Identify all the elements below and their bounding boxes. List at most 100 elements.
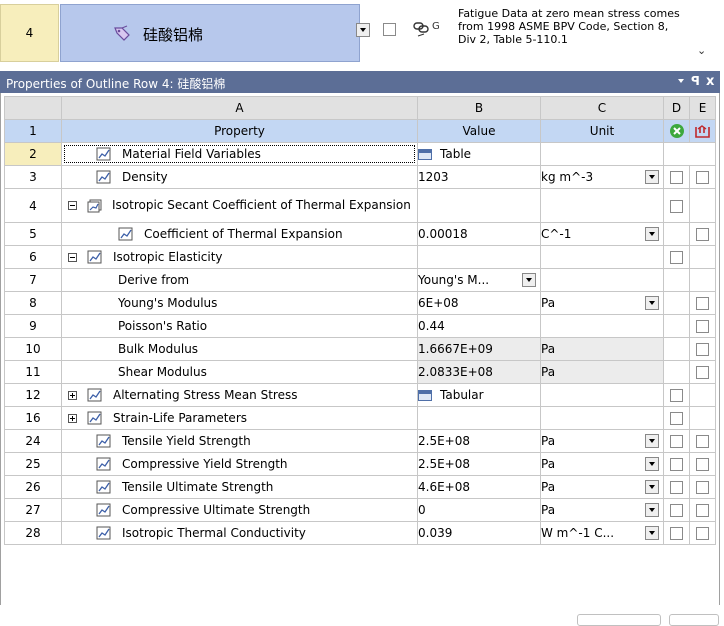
- e-cell[interactable]: [689, 429, 716, 453]
- property-cell[interactable]: Material Field Variables: [61, 142, 418, 166]
- unit-dropdown[interactable]: [645, 434, 659, 448]
- table-row[interactable]: 28 Isotropic Thermal Conductivity 0.039 …: [4, 521, 716, 545]
- unit-cell[interactable]: Pa: [540, 291, 664, 315]
- table-row[interactable]: 24 Tensile Yield Strength 2.5E+08 Pa: [4, 429, 716, 453]
- parameter-checkbox[interactable]: [696, 504, 709, 517]
- suppress-checkbox[interactable]: [670, 412, 683, 425]
- unit-cell[interactable]: Pa: [540, 429, 664, 453]
- parameter-checkbox[interactable]: [696, 458, 709, 471]
- unit-dropdown[interactable]: [645, 296, 659, 310]
- outline-row-4[interactable]: 4 硅酸铝棉 G Fatigue Data at zero mean stres…: [0, 0, 724, 66]
- derive-from-dropdown[interactable]: [522, 273, 536, 287]
- d-cell[interactable]: [663, 383, 690, 407]
- property-cell[interactable]: Density: [61, 165, 418, 189]
- property-cell[interactable]: Young's Modulus: [61, 291, 418, 315]
- e-cell[interactable]: [689, 452, 716, 476]
- property-cell[interactable]: Alternating Stress Mean Stress: [61, 383, 418, 407]
- parameter-checkbox[interactable]: [670, 171, 683, 184]
- expand-toggle[interactable]: [68, 413, 77, 423]
- table-row[interactable]: 25 Compressive Yield Strength 2.5E+08 Pa: [4, 452, 716, 476]
- bottom-button-partial[interactable]: [577, 614, 661, 626]
- value-cell[interactable]: 2.5E+08: [417, 429, 541, 453]
- parameter-checkbox[interactable]: [696, 366, 709, 379]
- parameter-checkbox[interactable]: [696, 171, 709, 184]
- suppress-checkbox[interactable]: [670, 481, 683, 494]
- unit-dropdown[interactable]: [645, 526, 659, 540]
- property-cell[interactable]: Bulk Modulus: [61, 337, 418, 361]
- d-cell[interactable]: [663, 475, 690, 499]
- column-header-c[interactable]: C: [540, 96, 664, 120]
- e-cell[interactable]: [689, 165, 716, 189]
- e-cell[interactable]: [689, 521, 716, 545]
- property-cell[interactable]: Isotropic Thermal Conductivity: [61, 521, 418, 545]
- value-cell[interactable]: 4.6E+08: [417, 475, 541, 499]
- link-icon[interactable]: [412, 20, 430, 38]
- panel-pin-icon[interactable]: ꟼ: [691, 74, 700, 88]
- property-cell[interactable]: Strain-Life Parameters: [61, 406, 418, 430]
- collapse-toggle[interactable]: [68, 252, 77, 262]
- d-cell[interactable]: [663, 188, 690, 223]
- table-row[interactable]: 6 Isotropic Elasticity: [4, 245, 716, 269]
- table-row[interactable]: 9 Poisson's Ratio 0.44: [4, 314, 716, 338]
- unit-cell[interactable]: C^-1: [540, 222, 664, 246]
- scroll-down-arrow-icon[interactable]: ⌄: [697, 44, 706, 57]
- value-cell[interactable]: 6E+08: [417, 291, 541, 315]
- unit-dropdown[interactable]: [645, 457, 659, 471]
- e-cell[interactable]: [689, 475, 716, 499]
- unit-cell[interactable]: Pa: [540, 475, 664, 499]
- e-cell[interactable]: [689, 314, 716, 338]
- expand-toggle[interactable]: [68, 390, 77, 400]
- suppress-checkbox[interactable]: [670, 504, 683, 517]
- value-cell[interactable]: 0: [417, 498, 541, 522]
- panel-close-icon[interactable]: x: [706, 74, 714, 89]
- d-cell[interactable]: [663, 452, 690, 476]
- property-cell[interactable]: Derive from: [61, 268, 418, 292]
- property-cell[interactable]: Coefficient of Thermal Expansion: [61, 222, 418, 246]
- table-row[interactable]: 3 Density 1203 kg m^-3: [4, 165, 716, 189]
- unit-dropdown[interactable]: [645, 170, 659, 184]
- parameter-checkbox[interactable]: [696, 297, 709, 310]
- property-cell[interactable]: Compressive Yield Strength: [61, 452, 418, 476]
- parameter-checkbox[interactable]: [696, 481, 709, 494]
- property-cell[interactable]: Compressive Ultimate Strength: [61, 498, 418, 522]
- table-row[interactable]: 5 Coefficient of Thermal Expansion 0.000…: [4, 222, 716, 246]
- column-header-b[interactable]: B: [417, 96, 541, 120]
- unit-cell[interactable]: W m^-1 C...: [540, 521, 664, 545]
- table-row[interactable]: 16 Strain-Life Parameters: [4, 406, 716, 430]
- unit-cell[interactable]: kg m^-3: [540, 165, 664, 189]
- unit-dropdown[interactable]: [645, 227, 659, 241]
- d-cell[interactable]: [663, 521, 690, 545]
- d-cell[interactable]: [663, 498, 690, 522]
- column-header-e[interactable]: E: [689, 96, 716, 120]
- suppress-checkbox[interactable]: [670, 199, 683, 213]
- unit-dropdown[interactable]: [645, 503, 659, 517]
- value-cell[interactable]: Table: [417, 142, 541, 166]
- unit-cell[interactable]: Pa: [540, 452, 664, 476]
- table-row[interactable]: 8 Young's Modulus 6E+08 Pa: [4, 291, 716, 315]
- property-cell[interactable]: Shear Modulus: [61, 360, 418, 384]
- table-row[interactable]: 2 Material Field Variables Table: [4, 142, 716, 166]
- parameter-checkbox[interactable]: [696, 343, 709, 356]
- property-cell[interactable]: Tensile Yield Strength: [61, 429, 418, 453]
- parameter-checkbox[interactable]: [696, 527, 709, 540]
- e-cell[interactable]: [689, 360, 716, 384]
- e-cell[interactable]: [689, 498, 716, 522]
- table-row[interactable]: 11 Shear Modulus 2.0833E+08 Pa: [4, 360, 716, 384]
- d-cell[interactable]: [663, 245, 690, 269]
- suppress-checkbox[interactable]: [670, 435, 683, 448]
- table-row[interactable]: 27 Compressive Ultimate Strength 0 Pa: [4, 498, 716, 522]
- bottom-button-partial-2[interactable]: [669, 614, 719, 626]
- parameter-checkbox[interactable]: [696, 228, 709, 241]
- property-cell[interactable]: Tensile Ultimate Strength: [61, 475, 418, 499]
- outline-row-checkbox[interactable]: [383, 23, 396, 36]
- property-cell[interactable]: Isotropic Elasticity: [61, 245, 418, 269]
- column-header-a[interactable]: A: [61, 96, 418, 120]
- e-cell[interactable]: [689, 291, 716, 315]
- parameter-checkbox[interactable]: [696, 320, 709, 333]
- panel-menu-dropdown-icon[interactable]: [678, 79, 684, 83]
- d-cell[interactable]: [663, 406, 690, 430]
- suppress-checkbox[interactable]: [670, 251, 683, 264]
- outline-material-dropdown[interactable]: [356, 23, 370, 37]
- value-cell[interactable]: Young's M...: [417, 268, 541, 292]
- d-cell[interactable]: [663, 429, 690, 453]
